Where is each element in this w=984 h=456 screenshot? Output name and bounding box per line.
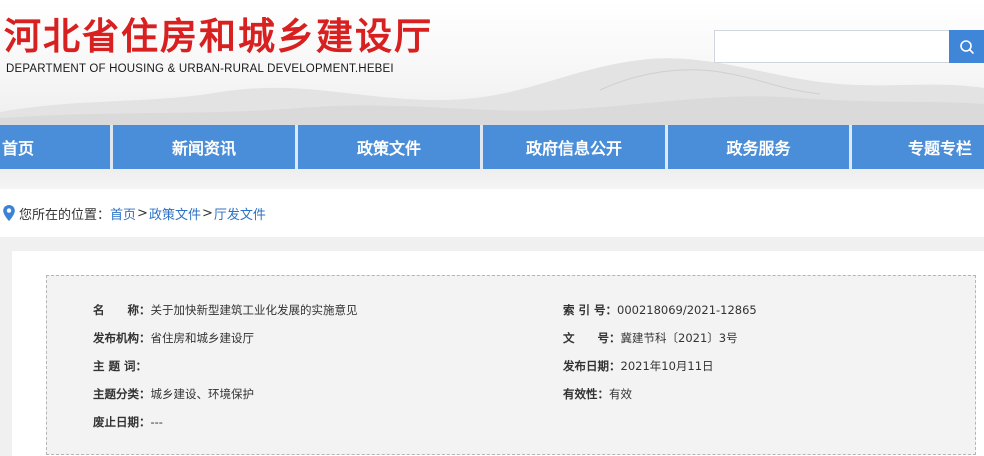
breadcrumb: 您所在的位置： 首页 > 政策文件 > 厅发文件 <box>0 189 984 237</box>
field-publish-date: 发布日期：2021年10月11日 <box>563 359 714 373</box>
field-publisher-label: 发布机构： <box>93 331 151 345</box>
document-info-box: 名 称：关于加快新型建筑工业化发展的实施意见 发布机构：省住房和城乡建设厅 主 … <box>46 275 976 455</box>
field-expiry-date-value: --- <box>150 415 163 429</box>
field-validity-label: 有效性： <box>563 387 609 401</box>
field-name-value: 关于加快新型建筑工业化发展的实施意见 <box>150 303 358 317</box>
field-publisher-value: 省住房和城乡建设厅 <box>150 331 255 345</box>
breadcrumb-separator: > <box>137 205 148 221</box>
nav-item-gov-info[interactable]: 政府信息公开 <box>483 125 665 169</box>
field-publish-date-label: 发布日期： <box>563 359 621 373</box>
field-index-no-value: 000218069/2021-12865 <box>617 303 757 317</box>
nav-item-news[interactable]: 新闻资讯 <box>113 125 295 169</box>
site-title[interactable]: 河北省住房和城乡建设厅 <box>4 14 433 58</box>
field-publish-date-value: 2021年10月11日 <box>620 359 714 373</box>
search-input[interactable] <box>714 30 950 63</box>
nav-shadow-band <box>0 169 984 189</box>
breadcrumb-separator: > <box>201 205 213 221</box>
field-doc-no: 文 号：冀建节科〔2021〕3号 <box>563 331 738 345</box>
main-nav: 首页 新闻资讯 政策文件 政府信息公开 政务服务 专题专栏 <box>0 125 984 169</box>
site-subtitle: DEPARTMENT OF HOUSING & URBAN-RURAL DEVE… <box>6 63 394 75</box>
field-category-value: 城乡建设、环境保护 <box>150 387 255 401</box>
field-name-label: 名 称： <box>93 303 151 317</box>
content-panel: 名 称：关于加快新型建筑工业化发展的实施意见 发布机构：省住房和城乡建设厅 主 … <box>12 251 984 456</box>
field-doc-no-value: 冀建节科〔2021〕3号 <box>620 331 738 345</box>
field-expiry-date: 废止日期：--- <box>93 415 163 429</box>
search-icon <box>959 39 974 54</box>
breadcrumb-home-link[interactable]: 首页 <box>110 204 136 223</box>
field-index-no: 索 引 号：000218069/2021-12865 <box>563 303 757 317</box>
field-index-no-label: 索 引 号： <box>563 303 618 317</box>
field-expiry-date-label: 废止日期： <box>93 415 151 429</box>
field-validity-value: 有效 <box>609 387 632 401</box>
field-publisher: 发布机构：省住房和城乡建设厅 <box>93 331 254 345</box>
field-category: 主题分类：城乡建设、环境保护 <box>93 387 254 401</box>
field-keywords: 主 题 词： <box>93 359 147 373</box>
nav-item-policy[interactable]: 政策文件 <box>298 125 480 169</box>
breadcrumb-prefix: 您所在的位置： <box>19 207 111 223</box>
breadcrumb-policy-link[interactable]: 政策文件 <box>149 204 201 223</box>
site-header: 河北省住房和城乡建设厅 DEPARTMENT OF HOUSING & URBA… <box>0 0 984 125</box>
field-name: 名 称：关于加快新型建筑工业化发展的实施意见 <box>93 303 358 317</box>
search-button[interactable] <box>949 30 984 63</box>
field-doc-no-label: 文 号： <box>563 331 621 345</box>
nav-item-home-label[interactable]: 首页 <box>0 125 110 169</box>
location-pin-icon <box>3 205 15 221</box>
nav-item-topics[interactable]: 专题专栏 <box>852 125 984 169</box>
nav-item-services[interactable]: 政务服务 <box>668 125 849 169</box>
field-validity: 有效性：有效 <box>563 387 632 401</box>
field-category-label: 主题分类： <box>93 387 151 401</box>
field-keywords-label: 主 题 词： <box>93 359 148 373</box>
breadcrumb-dept-docs-link[interactable]: 厅发文件 <box>214 204 266 223</box>
